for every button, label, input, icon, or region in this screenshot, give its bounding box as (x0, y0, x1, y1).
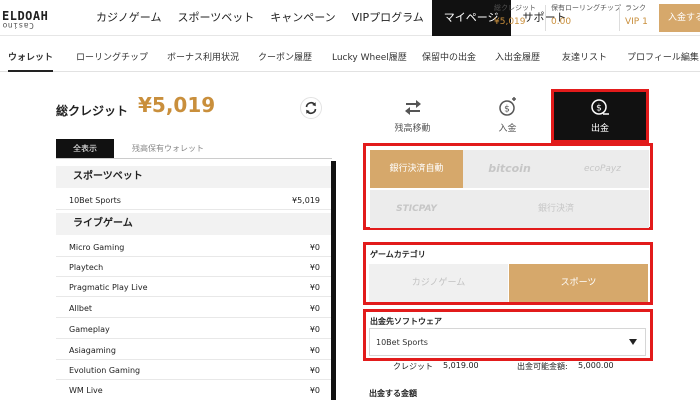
mypage-tabs: ウォレット ローリングチップ ボーナス利用状況 クーポン履歴 Lucky Whe… (0, 44, 700, 72)
wallet-row-name: Asiagaming (69, 346, 116, 355)
wallet-row-amount: ¥0 (309, 283, 320, 292)
header-divider (619, 5, 620, 31)
tab-coupon-history[interactable]: クーポン履歴 (258, 44, 312, 72)
wallet-tabs-divider (56, 158, 332, 159)
tab-lucky-wheel-history[interactable]: Lucky Wheel履歴 (332, 44, 407, 72)
tab-friend-list[interactable]: 友達リスト (562, 44, 607, 72)
payment-bank-auto[interactable]: 銀行決済自動 (370, 150, 463, 188)
withdraw-amount-label: 出金する金額 (369, 389, 417, 398)
wallet-row-amount: ¥0 (309, 325, 320, 334)
payment-bank[interactable]: 銀行決済 (463, 190, 649, 228)
logo-subtext: Casino (2, 21, 34, 30)
casino-logo[interactable]: ELDOAH Casino (2, 3, 76, 33)
wallet-row-name: Evolution Gaming (69, 366, 141, 375)
wallet-row-name: Pragmatic Play Live (69, 283, 148, 292)
nav-campaign[interactable]: キャンペーン (262, 0, 343, 36)
header-chip-value: 0.00 (551, 17, 572, 27)
wallet-scrollbar[interactable] (331, 161, 336, 400)
tab-pending-withdrawal[interactable]: 保留中の出金 (422, 44, 476, 72)
wallet-tab-all[interactable]: 全表示 (56, 139, 114, 158)
available-amount-label: 出金可能金額: (517, 362, 568, 371)
nav-vip-program[interactable]: VIPプログラム (344, 0, 432, 36)
header-credit-value: ¥5,019 (494, 17, 526, 27)
chevron-down-icon (629, 339, 637, 345)
top-header: ELDOAH Casino カジノゲーム スポーツベット キャンペーン VIPプ… (0, 0, 700, 36)
wallet-row: 10Bet Sports ¥5,019 (56, 191, 331, 210)
credit-balance-value: 5,019.00 (443, 361, 479, 370)
software-select[interactable]: 10Bet Sports (369, 328, 646, 356)
wallet-row-amount: ¥0 (309, 366, 320, 375)
total-credit-label: 総クレジット (56, 104, 129, 118)
wallet-row-amount: ¥5,019 (292, 196, 320, 205)
header-credit-label: 総クレジット (494, 4, 536, 12)
wallet-row-name: Gameplay (69, 325, 110, 334)
tab-edit-profile[interactable]: プロフィール編集 (627, 44, 699, 72)
total-credit-value: ¥5,019 (138, 93, 216, 117)
credit-balance-label: クレジット (393, 362, 433, 371)
wallet-row: Gameplay ¥0 (56, 320, 331, 339)
header-chip: 保有ローリングチップ 0.00 (551, 3, 621, 33)
live-game-section: ライブゲーム (56, 213, 331, 235)
deposit-icon: $ (499, 97, 516, 116)
withdraw-software-title: 出金先ソフトウェア (370, 317, 442, 326)
wallet-row-name: Allbet (69, 304, 93, 313)
withdraw-icon: $ (591, 99, 609, 115)
withdraw-software-box: 出金先ソフトウェア 10Bet Sports (363, 309, 653, 361)
payment-method-box: 銀行決済自動 bitcoin ecoPayz STICPAY 銀行決済 (363, 143, 653, 230)
wallet-row-name: WM Live (69, 386, 103, 395)
payment-ecopayz[interactable]: ecoPayz (556, 150, 649, 188)
wallet-row-name: Playtech (69, 263, 104, 272)
header-rank: ランク VIP 1 (625, 3, 648, 33)
category-sports[interactable]: スポーツ (509, 264, 648, 302)
svg-text:$: $ (504, 105, 510, 115)
header-rank-label: ランク (625, 4, 646, 12)
game-category-title: ゲームカテゴリ (370, 250, 426, 259)
available-amount-value: 5,000.00 (578, 361, 614, 370)
wallet-row-amount: ¥0 (309, 386, 320, 395)
category-casino-game[interactable]: カジノゲーム (369, 264, 508, 302)
payment-bitcoin[interactable]: bitcoin (463, 150, 556, 188)
payment-sticpay[interactable]: STICPAY (370, 190, 463, 228)
wallet-tab-held[interactable]: 残高保有ウォレット (132, 139, 204, 158)
balance-transfer-label: 残高移動 (394, 124, 431, 134)
refresh-icon (305, 102, 317, 114)
refresh-button[interactable] (300, 97, 322, 119)
wallet-row: WM Live ¥0 (56, 381, 331, 400)
nav-casino-games[interactable]: カジノゲーム (88, 0, 169, 36)
wallet-row: Micro Gaming ¥0 (56, 238, 331, 257)
wallet-row-name: 10Bet Sports (69, 196, 121, 205)
header-rank-value: VIP 1 (625, 17, 648, 27)
deposit-tab-button[interactable]: $ 入金 (460, 91, 555, 141)
software-select-value: 10Bet Sports (376, 338, 428, 347)
tab-rolling-chip[interactable]: ローリングチップ (76, 44, 148, 72)
sports-bet-section: スポーツベット (56, 166, 331, 188)
header-deposit-button[interactable]: 入金する (659, 4, 700, 32)
deposit-tab-label: 入金 (498, 124, 517, 134)
balance-transfer-button[interactable]: 残高移動 (365, 91, 460, 141)
header-credit: 総クレジット ¥5,019 (494, 3, 536, 33)
game-category-box: ゲームカテゴリ カジノゲーム スポーツ (363, 242, 653, 305)
tab-transaction-history[interactable]: 入出金履歴 (495, 44, 540, 72)
wallet-row: Allbet ¥0 (56, 299, 331, 318)
header-divider (545, 5, 546, 31)
wallet-row: Asiagaming ¥0 (56, 341, 331, 360)
withdraw-tab-label: 出金 (590, 124, 609, 134)
wallet-row: Evolution Gaming ¥0 (56, 361, 331, 380)
wallet-row-amount: ¥0 (309, 304, 320, 313)
tab-bonus-status[interactable]: ボーナス利用状況 (167, 44, 239, 72)
svg-text:$: $ (596, 104, 602, 114)
withdraw-tab-button[interactable]: $ 出金 (551, 89, 649, 143)
wallet-row: Pragmatic Play Live ¥0 (56, 278, 331, 297)
wallet-row-amount: ¥0 (309, 346, 320, 355)
wallet-row-amount: ¥0 (309, 263, 320, 272)
transfer-icon (405, 100, 421, 115)
header-chip-label: 保有ローリングチップ (551, 4, 621, 12)
wallet-row-amount: ¥0 (309, 243, 320, 252)
wallet-row-name: Micro Gaming (69, 243, 125, 252)
tab-wallet[interactable]: ウォレット (8, 44, 54, 72)
nav-sports-bet[interactable]: スポーツベット (169, 0, 262, 36)
wallet-row: Playtech ¥0 (56, 258, 331, 277)
